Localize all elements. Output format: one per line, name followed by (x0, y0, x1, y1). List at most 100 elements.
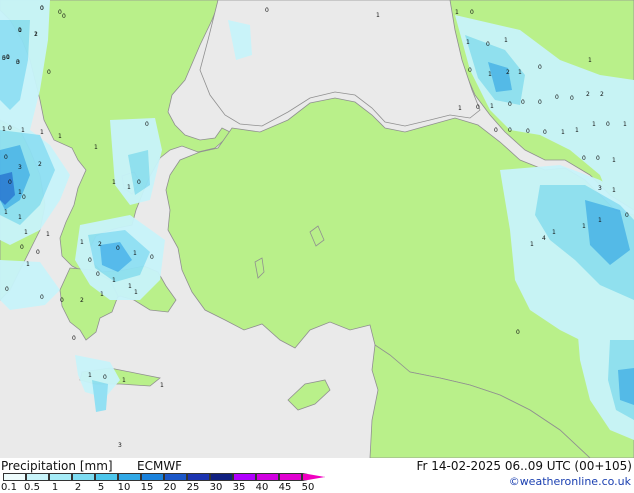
map-title: Precipitation [mm] (1, 459, 113, 473)
precip-value-label: 1 (122, 377, 126, 384)
precip-value-label: 0 (6, 54, 10, 61)
legend-tick-label: 20 (163, 482, 177, 493)
precip-value-label: 0 (22, 194, 26, 201)
credit-link[interactable]: ©weatheronline.co.uk (509, 475, 631, 488)
precip-value-label: 1 (4, 209, 8, 216)
precip-value-label: 0 (145, 121, 149, 128)
precip-value-label: 1 (134, 289, 138, 296)
legend-tick-label: 15 (140, 482, 154, 493)
precip-value-label: 1 (58, 133, 62, 140)
precip-value-label: 1 (88, 372, 92, 379)
precip-value-label: 1 (94, 144, 98, 151)
precip-value-label: 0 (470, 9, 474, 16)
precip-value-label: 0 (596, 155, 600, 162)
precip-value-label: 0 (538, 99, 542, 106)
precip-value-label: 0 (116, 245, 120, 252)
legend-tick-label: 40 (255, 482, 269, 493)
precip-value-label: 1 (34, 31, 38, 38)
precip-value-label: 1 (552, 229, 556, 236)
color-legend (3, 473, 333, 481)
precip-value-label: 1 (592, 121, 596, 128)
legend-swatch (141, 473, 164, 481)
precip-value-label: 1 (582, 223, 586, 230)
precip-value-label: 1 (24, 229, 28, 236)
precip-value-label: 1 (80, 239, 84, 246)
precip-value-label: 0 (555, 94, 559, 101)
precip-value-label: 1 (518, 69, 522, 76)
precip-value-label: 0 (606, 121, 610, 128)
precip-area (618, 368, 634, 405)
precip-value-label: 0 (72, 335, 76, 342)
precip-value-label: 0 (526, 128, 530, 135)
legend-swatch (187, 473, 210, 481)
precip-value-label: 0 (582, 155, 586, 162)
precip-value-label: 1 (21, 127, 25, 134)
precip-value-label: 0 (2, 55, 6, 62)
precip-value-label: 1 (575, 127, 579, 134)
legend-tick-label: 0.1 (1, 482, 17, 493)
legend-tick-label: 1 (51, 482, 59, 493)
precip-value-label: 3 (18, 164, 22, 171)
precip-value-label: 0 (508, 101, 512, 108)
legend-tick-label: 10 (117, 482, 131, 493)
precip-value-label: 0 (538, 64, 542, 71)
precip-value-label: 0 (20, 244, 24, 251)
precip-value-label: 1 (466, 39, 470, 46)
legend-swatch (95, 473, 118, 481)
precip-value-label: 2 (506, 69, 510, 76)
precip-value-label: 0 (36, 249, 40, 256)
precip-value-label: 1 (455, 9, 459, 16)
legend-tick-label: 5 (97, 482, 105, 493)
precip-value-label: 1 (112, 179, 116, 186)
precip-value-label: 0 (625, 212, 629, 219)
precip-value-label: 1 (623, 121, 627, 128)
precip-value-label: 0 (494, 127, 498, 134)
precip-value-label: 2 (586, 91, 590, 98)
precip-value-label: 1 (504, 37, 508, 44)
legend-tick-label: 0.5 (24, 482, 40, 493)
precip-value-label: 0 (486, 41, 490, 48)
precip-value-label: 0 (5, 286, 9, 293)
precip-value-label: 0 (96, 271, 100, 278)
precip-value-label: 0 (543, 129, 547, 136)
legend-swatch (26, 473, 49, 481)
legend-tick-label: 35 (232, 482, 246, 493)
legend-footer: Precipitation [mm] ECMWF Fr 14-02-2025 0… (0, 458, 634, 493)
precip-value-label: 1 (2, 126, 6, 133)
precip-value-label: 1 (133, 250, 137, 257)
precip-value-label: 0 (88, 257, 92, 264)
legend-tick-label: 2 (74, 482, 82, 493)
precip-value-label: 4 (542, 235, 546, 242)
legend-tick-label: 45 (278, 482, 292, 493)
precip-value-label: 1 (561, 129, 565, 136)
precip-value-label: 0 (60, 297, 64, 304)
precip-value-label: 1 (40, 129, 44, 136)
precip-value-label: 0 (265, 7, 269, 14)
precip-value-label: 2 (80, 297, 84, 304)
precip-value-label: 1 (598, 217, 602, 224)
precip-value-label: 2 (600, 91, 604, 98)
precip-value-label: 0 (40, 294, 44, 301)
legend-swatch (49, 473, 72, 481)
precip-value-label: 0 (521, 99, 525, 106)
precip-value-label: 2 (98, 241, 102, 248)
precip-value-label: 0 (476, 104, 480, 111)
precip-value-label: 1 (127, 184, 131, 191)
precip-value-label: 1 (588, 57, 592, 64)
precip-value-label: 0 (516, 329, 520, 336)
precip-value-label: 1 (530, 241, 534, 248)
precip-value-label: 1 (26, 261, 30, 268)
precip-value-label: 1 (490, 103, 494, 110)
precip-value-label: 0 (468, 67, 472, 74)
precip-value-label: 1 (612, 157, 616, 164)
legend-swatch (118, 473, 141, 481)
precip-value-label: 2 (38, 161, 42, 168)
precip-value-label: 1 (46, 231, 50, 238)
model-name: ECMWF (137, 459, 183, 473)
precip-value-label: 0 (103, 374, 107, 381)
valid-time: Fr 14-02-2025 06..09 UTC (00+105) (416, 459, 632, 473)
legend-tick-label: 50 (301, 482, 315, 493)
precip-value-label: 1 (160, 382, 164, 389)
legend-swatch (3, 473, 26, 481)
precip-value-label: 3 (598, 185, 602, 192)
